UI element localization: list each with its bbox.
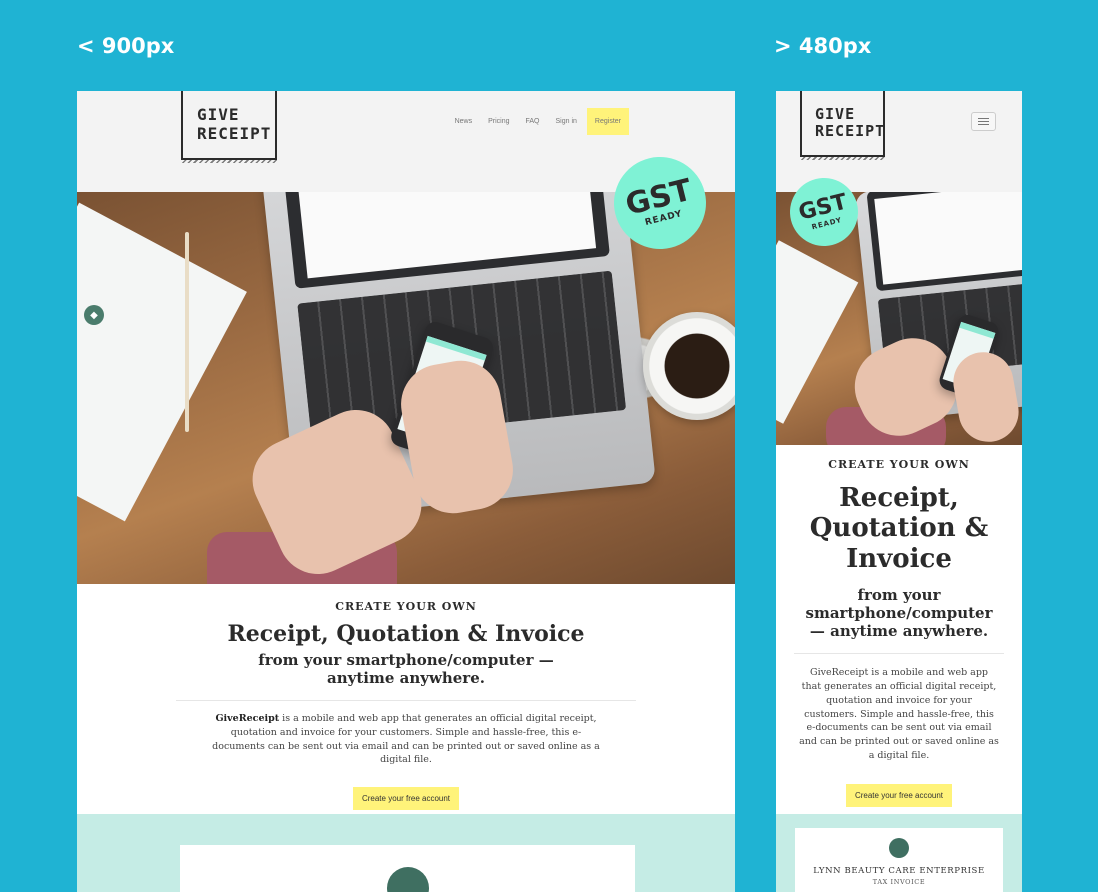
description-text: GiveReceipt is a mobile and web app that… xyxy=(211,712,601,767)
eyebrow-text: CREATE YOUR OWN xyxy=(828,458,970,471)
site-header-mobile: GIVE RECEIPT xyxy=(776,91,1022,192)
card-document-type: TAX INVOICE xyxy=(872,878,926,886)
logo-line-2: RECEIPT xyxy=(815,122,886,140)
subhead-text: from your smartphone/computer — anytime … xyxy=(258,651,554,687)
page-title: Receipt, Quotation & Invoice xyxy=(809,483,989,574)
hero-image: ◆ xyxy=(77,192,735,584)
card-business-name: LYNN BEAUTY CARE ENTERPRISE xyxy=(813,866,985,876)
breakpoint-label-mobile: > 480px xyxy=(774,34,872,58)
logo-line-2: RECEIPT xyxy=(197,123,272,143)
sample-section xyxy=(77,814,735,892)
paper-logo-icon: ◆ xyxy=(84,305,104,325)
divider xyxy=(794,653,1004,655)
divider xyxy=(176,700,636,701)
create-account-button[interactable]: Create your free account xyxy=(845,783,953,807)
invoice-paper-image xyxy=(77,202,247,522)
nav-signin[interactable]: Sign in xyxy=(548,108,585,135)
page-title: Receipt, Quotation & Invoice xyxy=(227,621,585,647)
nav-pricing[interactable]: Pricing xyxy=(480,108,517,135)
register-button[interactable]: Register xyxy=(586,108,629,135)
nav-faq[interactable]: FAQ xyxy=(518,108,548,135)
description-text: GiveReceipt is a mobile and web app that… xyxy=(799,667,999,761)
intro-section-mobile: CREATE YOUR OWN Receipt, Quotation & Inv… xyxy=(776,445,1022,807)
sample-receipt-card xyxy=(180,845,635,892)
receipt-logo-icon xyxy=(889,838,909,858)
brand-name: GiveReceipt xyxy=(215,713,280,724)
intro-section: CREATE YOUR OWN Receipt, Quotation & Inv… xyxy=(77,584,735,814)
pencil-image xyxy=(185,232,189,432)
eyebrow-text: CREATE YOUR OWN xyxy=(335,600,477,613)
site-logo[interactable]: GIVE RECEIPT xyxy=(181,91,277,163)
create-account-button[interactable]: Create your free account xyxy=(352,787,460,811)
logo-line-1: GIVE xyxy=(815,104,856,123)
subhead-text: from your smartphone/computer — anytime … xyxy=(805,586,993,641)
site-logo-mobile[interactable]: GIVE RECEIPT xyxy=(800,91,886,160)
breakpoint-label-desktop: < 900px xyxy=(77,34,175,58)
sample-section-mobile: LYNN BEAUTY CARE ENTERPRISE TAX INVOICE xyxy=(776,814,1022,892)
sample-receipt-card: LYNN BEAUTY CARE ENTERPRISE TAX INVOICE xyxy=(795,828,1003,892)
mobile-preview: GIVE RECEIPT GST READY CREATE YOUR OWN R… xyxy=(776,91,1022,892)
coffee-cup-image xyxy=(643,312,735,420)
hamburger-menu-icon[interactable] xyxy=(971,112,996,131)
receipt-logo-icon xyxy=(387,867,429,892)
invoice-paper-image xyxy=(776,240,859,424)
main-nav: News Pricing FAQ Sign in Register xyxy=(447,108,629,135)
desktop-preview: GIVE RECEIPT News Pricing FAQ Sign in Re… xyxy=(77,91,735,892)
logo-line-1: GIVE xyxy=(197,105,240,125)
nav-news[interactable]: News xyxy=(447,108,481,135)
